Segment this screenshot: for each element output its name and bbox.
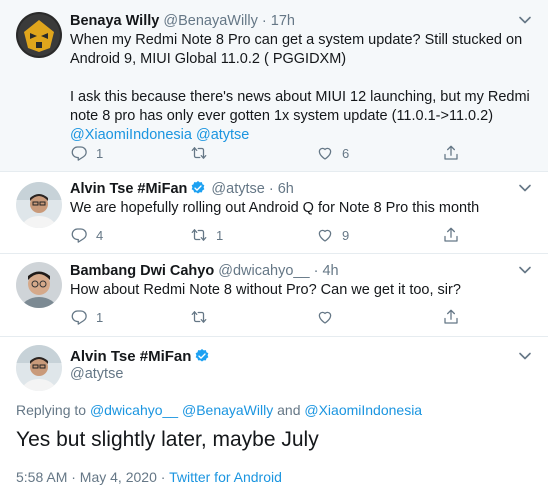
replying-and: and (277, 402, 301, 418)
text-line: We are hopefully rolling out Android Q f… (70, 200, 480, 216)
timestamp[interactable]: 5:58 AM · May 4, 2020 (16, 469, 157, 485)
avatar[interactable] (16, 345, 62, 391)
reply-count: 4 (96, 227, 104, 243)
verified-badge-icon (194, 348, 210, 364)
handle[interactable]: @atytse (70, 366, 123, 382)
text-line: I ask this because there's news about MI… (70, 89, 530, 105)
like-button[interactable]: 9 (316, 225, 349, 245)
tweet-actions: 1 6 (70, 143, 480, 163)
display-name[interactable]: Alvin Tse #MiFan (70, 348, 191, 365)
replying-to: Replying to @dwicahyo__ @BenayaWilly and… (16, 402, 422, 418)
separator: · (160, 469, 166, 485)
mention-link[interactable]: @XiaomiIndonesia (304, 402, 422, 418)
reply-button[interactable]: 1 (70, 307, 103, 327)
chevron-down-icon[interactable] (518, 349, 532, 363)
handle[interactable]: @BenayaWilly (163, 13, 258, 29)
like-button[interactable]: 6 (316, 143, 349, 163)
replying-prefix: Replying to (16, 402, 87, 418)
tweet-header: Bambang Dwi Cahyo @dwicahyo__ · 4h (70, 262, 339, 280)
like-button[interactable] (316, 307, 342, 327)
retweet-button[interactable] (190, 143, 216, 163)
retweet-icon (191, 311, 207, 323)
text-line: Android 9, MIUI Global 11.0.2 ( PGGIDXM) (70, 51, 347, 67)
retweet-icon (191, 229, 207, 241)
chevron-down-icon[interactable] (518, 181, 532, 195)
mention-link[interactable]: @XiaomiIndonesia (70, 127, 192, 143)
retweet-icon (191, 147, 207, 159)
handle[interactable]: @dwicahyo__ (218, 263, 309, 279)
handle[interactable]: @atytse (211, 181, 264, 197)
verified-badge-icon (190, 180, 206, 196)
timestamp[interactable]: 6h (278, 181, 294, 197)
reply-icon (71, 310, 87, 325)
source-link[interactable]: Twitter for Android (169, 469, 282, 485)
separator: · (261, 13, 267, 29)
tweet-alvin-reply[interactable]: Alvin Tse #MiFan @atytse · 6h We are hop… (0, 172, 548, 254)
reply-button[interactable]: 1 (70, 143, 103, 163)
avatar[interactable] (16, 182, 62, 228)
main-tweet-text: Yes but slightly later, maybe July (16, 428, 319, 451)
separator: · (268, 181, 274, 197)
timestamp[interactable]: 4h (322, 263, 338, 279)
reply-count: 1 (96, 309, 104, 325)
like-icon (318, 229, 332, 242)
tweet-bambang[interactable]: Bambang Dwi Cahyo @dwicahyo__ · 4h How a… (0, 254, 548, 337)
display-name[interactable]: Benaya Willy (70, 13, 159, 29)
text-line: When my Redmi Note 8 Pro can get a syste… (70, 32, 523, 48)
reply-icon (71, 146, 87, 161)
share-button[interactable] (442, 143, 460, 163)
retweet-button[interactable]: 1 (190, 225, 223, 245)
avatar[interactable] (16, 262, 62, 308)
share-button[interactable] (442, 225, 460, 245)
chevron-down-icon[interactable] (518, 13, 532, 27)
display-name[interactable]: Bambang Dwi Cahyo (70, 263, 214, 279)
retweet-count: 1 (216, 227, 224, 243)
like-icon (318, 147, 332, 160)
retweet-button[interactable] (190, 307, 216, 327)
share-icon (444, 227, 458, 242)
text-line: How about Redmi Note 8 without Pro? Can … (70, 282, 461, 298)
tweet-actions: 4 1 9 (70, 225, 480, 245)
separator: · (313, 263, 319, 279)
tweet-text: We are hopefully rolling out Android Q f… (70, 199, 530, 218)
mention-link[interactable]: @dwicahyo__ (90, 402, 178, 418)
like-count: 9 (342, 227, 350, 243)
share-icon (444, 309, 458, 324)
text-line: note 8 pro has only ever gotten 1x syste… (70, 108, 494, 124)
reply-count: 1 (96, 145, 104, 161)
reply-icon (71, 228, 87, 243)
display-name[interactable]: Alvin Tse #MiFan (70, 181, 187, 197)
mention-link[interactable]: @BenayaWilly (182, 402, 273, 418)
reply-button[interactable]: 4 (70, 225, 103, 245)
tweet-meta: 5:58 AM · May 4, 2020 · Twitter for Andr… (16, 469, 282, 485)
tweet-header: Alvin Tse #MiFan @atytse · 6h (70, 180, 294, 198)
chevron-down-icon[interactable] (518, 263, 532, 277)
main-tweet-header: Alvin Tse #MiFan (70, 348, 211, 365)
avatar[interactable] (16, 12, 62, 58)
share-button[interactable] (442, 307, 460, 327)
tweet-actions: 1 (70, 307, 480, 327)
share-icon (444, 145, 458, 160)
like-count: 6 (342, 145, 350, 161)
mention-link[interactable]: @atytse (196, 127, 249, 143)
tweet-header: Benaya Willy @BenayaWilly · 17h (70, 12, 295, 30)
tweet-text: How about Redmi Note 8 without Pro? Can … (70, 281, 530, 300)
tweet-text: When my Redmi Note 8 Pro can get a syste… (70, 31, 530, 145)
tweet-benaya[interactable]: Benaya Willy @BenayaWilly · 17h When my … (0, 0, 548, 172)
timestamp[interactable]: 17h (271, 13, 295, 29)
like-icon (318, 311, 332, 324)
